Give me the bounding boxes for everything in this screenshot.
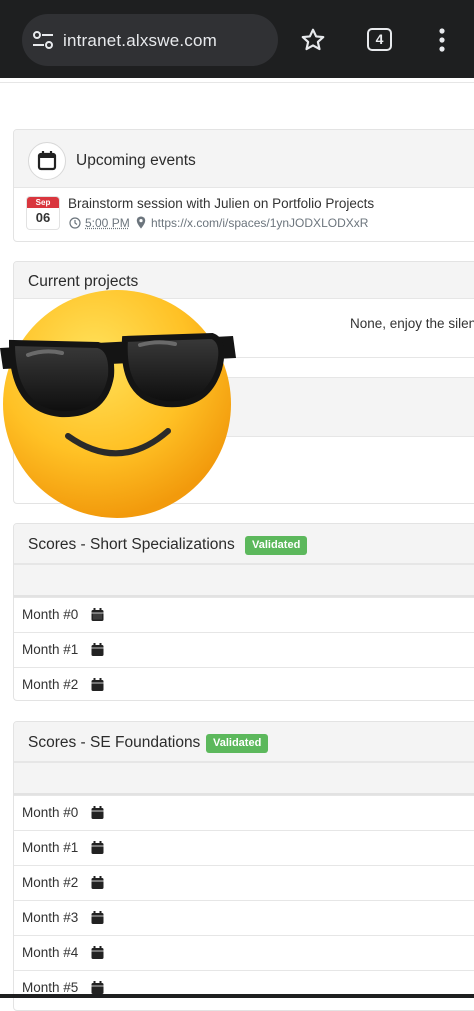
score-row[interactable]: Month #3	[14, 900, 474, 935]
more-menu-icon[interactable]	[437, 27, 447, 53]
score-row[interactable]: Month #0	[14, 795, 474, 830]
calendar-icon	[91, 876, 104, 889]
page-divider	[0, 82, 474, 83]
calendar-icon	[28, 142, 66, 180]
calendar-icon	[91, 608, 104, 621]
table-header	[14, 762, 474, 795]
card-title: Upcoming events	[76, 152, 196, 169]
validated-badge: Validated	[206, 734, 269, 753]
month-label: Month #2	[22, 875, 79, 890]
calendar-icon	[91, 841, 104, 854]
card-header: Upcoming events	[14, 130, 474, 188]
location-pin-icon	[136, 216, 146, 229]
month-label: Month #1	[22, 840, 79, 855]
site-settings-icon[interactable]	[32, 30, 54, 50]
card-header: Scores - SE Foundations Validated	[14, 722, 474, 762]
url-text[interactable]: intranet.alxswe.com	[63, 31, 217, 51]
month-label: Month #1	[22, 642, 79, 657]
empty-projects-text: None, enjoy the silence	[350, 316, 474, 331]
event-time: 5:00 PM	[85, 216, 130, 230]
calendar-icon	[91, 678, 104, 691]
month-label: Month #0	[22, 607, 79, 622]
calendar-icon	[91, 643, 104, 656]
score-row[interactable]: Month #0	[14, 597, 474, 632]
score-row[interactable]: Month #2	[14, 667, 474, 700]
month-label: Month #2	[22, 677, 79, 692]
clock-icon	[69, 217, 81, 229]
month-label: Month #3	[22, 910, 79, 925]
score-row[interactable]: Month #1	[14, 632, 474, 667]
month-label: Month #5	[22, 980, 79, 995]
bookmark-star-icon[interactable]	[300, 27, 326, 53]
score-row[interactable]: Month #5	[14, 970, 474, 1005]
upcoming-events-card: Upcoming events Sep 06 Brainstorm sessio…	[13, 129, 474, 242]
score-row[interactable]: Month #1	[14, 830, 474, 865]
validated-badge: Validated	[245, 536, 308, 555]
month-label: Month #0	[22, 805, 79, 820]
short-specializations-card: Scores - Short Specializations Validated…	[13, 523, 474, 701]
event-day: 06	[35, 210, 51, 225]
score-row[interactable]: Month #4	[14, 935, 474, 970]
calendar-icon	[91, 981, 104, 994]
browser-toolbar: intranet.alxswe.com 4	[0, 0, 474, 78]
sunglasses-emoji-sticker	[0, 290, 236, 518]
event-title: Brainstorm session with Julien on Portfo…	[68, 196, 375, 211]
month-label: Month #4	[22, 945, 79, 960]
card-title: Scores - Short Specializations	[28, 536, 235, 553]
event-month: Sep	[27, 197, 59, 208]
bottom-edge	[0, 994, 474, 998]
event-item[interactable]: Sep 06 Brainstorm session with Julien on…	[14, 188, 474, 241]
se-foundations-card: Scores - SE Foundations Validated Month …	[13, 721, 474, 1011]
table-header	[14, 564, 474, 597]
calendar-icon	[91, 911, 104, 924]
card-header: Scores - Short Specializations Validated	[14, 524, 474, 564]
score-row[interactable]: Month #2	[14, 865, 474, 900]
event-link[interactable]: https://x.com/i/spaces/1ynJODXLODXxR	[151, 216, 368, 230]
tab-switcher-button[interactable]: 4	[367, 28, 392, 51]
calendar-icon	[91, 946, 104, 959]
card-title: Scores - SE Foundations	[28, 734, 201, 751]
event-date-badge: Sep 06	[27, 197, 59, 229]
calendar-icon	[91, 806, 104, 819]
